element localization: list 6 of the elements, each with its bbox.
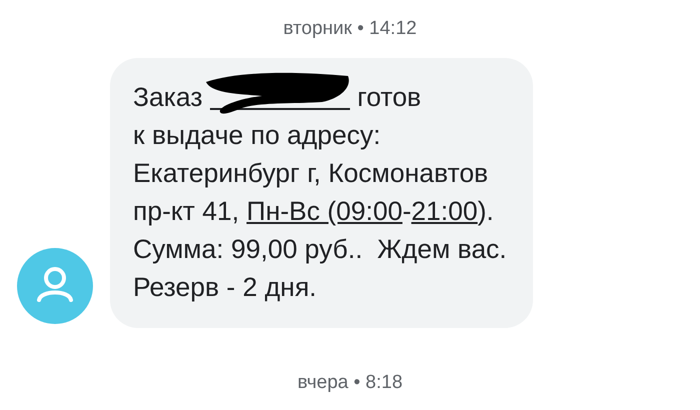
avatar-icon[interactable] <box>17 248 93 324</box>
date-time-label: вторник • 14:12 <box>283 18 417 40</box>
message-text: Заказ готов к выдаче по адресу: Екатеринбург г, Космонавтов пр-кт 41, Пн-Вс (09:00-21:00). Сумма: 99,00 руб.. Ждем вас. Резерв - 2 дня. <box>133 78 507 306</box>
link[interactable]: 21:00 <box>411 196 478 226</box>
date-time-label: вчера • 8:18 <box>297 372 403 394</box>
link[interactable]: Пн-Вс (09:00 <box>246 196 402 226</box>
